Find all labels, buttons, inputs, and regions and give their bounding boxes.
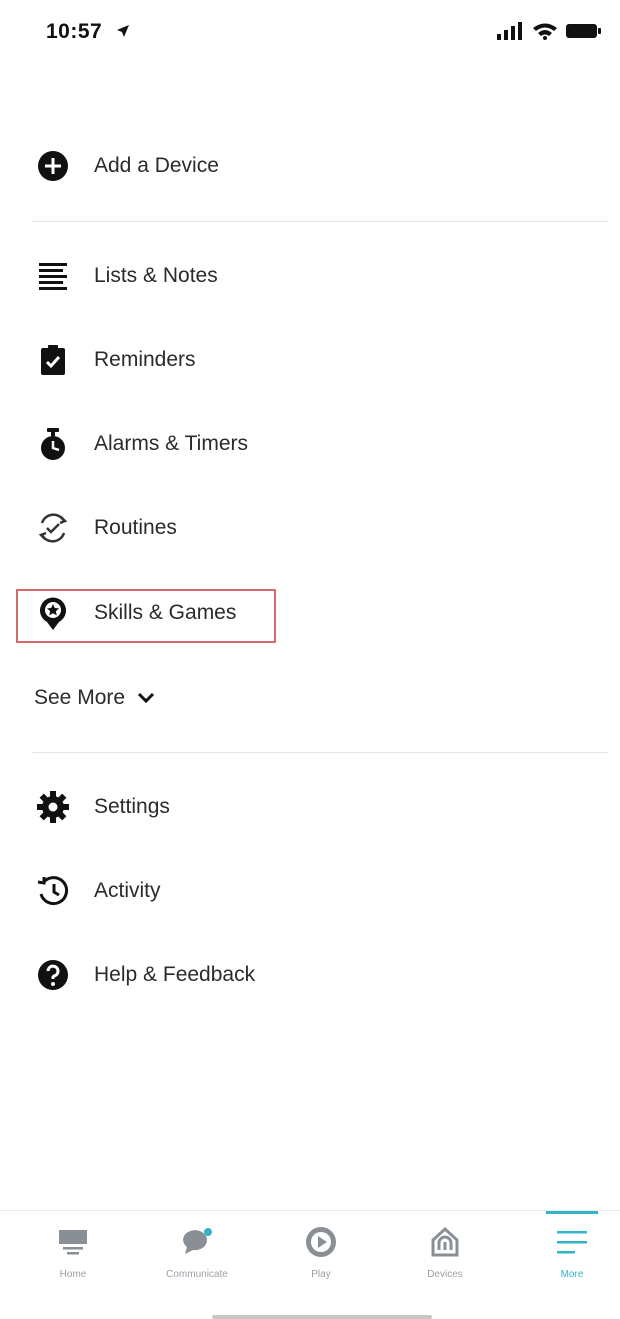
menu-item-label: Lists & Notes xyxy=(94,264,218,287)
menu-item-reminders[interactable]: Reminders xyxy=(0,330,620,390)
menu-item-label: Settings xyxy=(94,795,170,818)
add-circle-icon xyxy=(36,149,70,183)
menu-item-activity[interactable]: Activity xyxy=(0,861,620,921)
status-bar: 10:57 xyxy=(0,0,620,64)
tab-play[interactable]: Play xyxy=(266,1211,376,1291)
menu-item-label: Help & Feedback xyxy=(94,963,256,986)
tab-label: Devices xyxy=(427,1269,463,1280)
home-icon xyxy=(55,1225,91,1259)
help-icon xyxy=(36,958,70,992)
status-time: 10:57 xyxy=(46,20,103,43)
menu-item-label: Alarms & Timers xyxy=(94,432,249,455)
menu-item-routines[interactable]: Routines xyxy=(0,498,620,558)
see-more-label: See More xyxy=(34,686,126,709)
status-icons xyxy=(496,22,602,40)
divider xyxy=(32,752,608,753)
alarm-icon xyxy=(36,427,70,461)
bottom-nav: Home Communicate Play Devices More xyxy=(0,1210,620,1291)
list-icon xyxy=(36,259,70,293)
history-icon xyxy=(36,874,70,908)
tab-communicate[interactable]: Communicate xyxy=(142,1211,252,1291)
signal-icon xyxy=(497,22,522,40)
menu-item-help-feedback[interactable]: Help & Feedback xyxy=(0,945,620,1005)
menu-icon xyxy=(554,1225,590,1259)
home-indicator xyxy=(212,1315,432,1319)
menu-item-lists-notes[interactable]: Lists & Notes xyxy=(0,246,620,306)
gear-icon xyxy=(36,790,70,824)
chevron-down-icon xyxy=(137,692,155,704)
wifi-icon xyxy=(533,23,557,40)
devices-icon xyxy=(427,1225,463,1259)
location-arrow-icon xyxy=(117,25,129,37)
clipboard-check-icon xyxy=(36,343,70,377)
menu-item-label: Skills & Games xyxy=(94,601,237,624)
menu-item-settings[interactable]: Settings xyxy=(0,777,620,837)
chat-icon xyxy=(179,1225,215,1259)
menu-item-label: Add a Device xyxy=(94,154,219,177)
tab-label: Play xyxy=(311,1269,331,1280)
tab-devices[interactable]: Devices xyxy=(390,1211,500,1291)
menu-item-alarms-timers[interactable]: Alarms & Timers xyxy=(0,414,620,474)
menu-item-add-device[interactable]: Add a Device xyxy=(0,136,620,196)
divider xyxy=(32,221,608,222)
see-more-button[interactable]: See More xyxy=(34,680,155,716)
menu-item-label: Activity xyxy=(94,879,161,902)
tab-label: Communicate xyxy=(166,1269,228,1280)
menu-item-label: Reminders xyxy=(94,348,196,371)
tab-more[interactable]: More xyxy=(517,1211,620,1291)
tab-label: More xyxy=(560,1269,584,1280)
tab-label: Home xyxy=(59,1269,87,1280)
battery-icon xyxy=(566,24,601,38)
tab-home[interactable]: Home xyxy=(18,1211,128,1291)
menu-item-label: Routines xyxy=(94,516,177,539)
skills-icon xyxy=(36,596,70,630)
play-icon xyxy=(303,1225,339,1259)
menu-item-skills-games[interactable]: Skills & Games xyxy=(0,583,620,643)
routines-icon xyxy=(36,511,70,545)
